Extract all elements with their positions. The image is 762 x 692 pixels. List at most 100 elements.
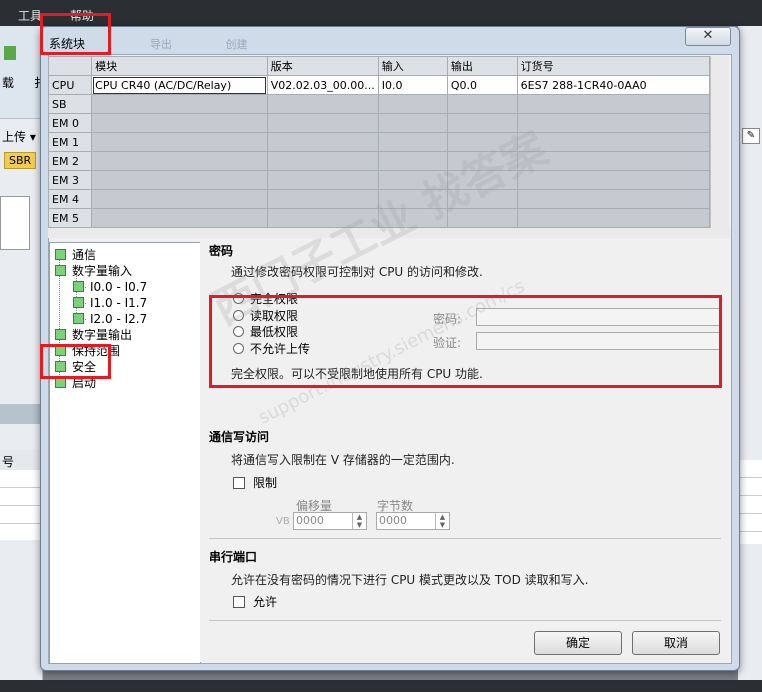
- ok-button[interactable]: 确定: [534, 631, 622, 655]
- tree-item-i0[interactable]: I0.0 - I0.7: [73, 279, 147, 295]
- tree-check-icon: [73, 313, 84, 324]
- table-row[interactable]: EM 0: [47, 113, 711, 133]
- app-editor-area: [0, 196, 30, 250]
- app-left-panel: [0, 26, 43, 692]
- config-tree: 通信 数字量输入 I0.0 - I0.7 I1.0 - I1.7 I2.0 - …: [49, 242, 201, 664]
- divider: [209, 620, 721, 621]
- module-slot-label: EM 4: [47, 189, 93, 209]
- tree-check-icon: [55, 265, 66, 276]
- module-cell[interactable]: CPU CR40 (AC/DC/Relay): [91, 75, 268, 95]
- module-cell[interactable]: [377, 94, 448, 114]
- download-icon: [4, 46, 16, 60]
- highlight-title: [40, 13, 111, 55]
- module-cell[interactable]: [446, 94, 518, 114]
- module-cell[interactable]: [377, 132, 448, 152]
- tree-check-icon: [55, 249, 66, 260]
- module-cell[interactable]: [91, 151, 268, 171]
- tree-check-icon: [73, 297, 84, 308]
- tree-item-label: 通信: [72, 248, 97, 262]
- spin-arrows-icon[interactable]: ▲ ▼: [352, 513, 366, 529]
- tree-item-comm[interactable]: 通信: [55, 247, 96, 263]
- toolbar-fragment-a[interactable]: 载: [2, 74, 14, 91]
- restrict-label: 限制: [253, 476, 278, 490]
- password-title: 密码: [209, 244, 234, 258]
- module-cell[interactable]: V02.02.03_00.00...: [266, 75, 379, 95]
- offset-spinbox[interactable]: 0000 ▲ ▼: [293, 512, 367, 530]
- tree-item-label: 数字量输入: [72, 264, 133, 278]
- module-table-header: 模块: [91, 56, 268, 76]
- module-cell[interactable]: [516, 208, 711, 228]
- tree-item-digital-output[interactable]: 数字量输出: [55, 327, 132, 343]
- tree-item-i2[interactable]: I2.0 - I2.7: [73, 311, 147, 327]
- sbr-tab[interactable]: SBR: [4, 152, 37, 169]
- module-cell[interactable]: [516, 189, 711, 209]
- edit-icon[interactable]: ✎: [742, 128, 760, 144]
- module-cell[interactable]: [516, 132, 711, 152]
- table-row[interactable]: EM 3: [47, 170, 711, 190]
- module-cell[interactable]: [91, 113, 268, 133]
- app-table-rows: [0, 470, 42, 540]
- table-row[interactable]: CPU CPU CR40 (AC/DC/Relay) V02.02.03_00.00…: [47, 75, 711, 95]
- module-slot-label: SB: [47, 94, 93, 114]
- upload-button[interactable]: 上传 ▾: [2, 128, 36, 145]
- close-button[interactable]: ✕: [685, 27, 731, 46]
- allow-label: 允许: [253, 595, 278, 609]
- checkbox-icon: [233, 595, 245, 608]
- tree-item-label: I2.0 - I2.7: [90, 312, 148, 326]
- module-cell[interactable]: [516, 94, 711, 114]
- module-table-header: 输入: [377, 56, 448, 76]
- module-cell[interactable]: [91, 189, 268, 209]
- restrict-checkbox[interactable]: 限制: [233, 474, 277, 491]
- highlight-security-item: [40, 344, 111, 379]
- module-cell[interactable]: [91, 208, 268, 228]
- app-menubar: [0, 0, 762, 26]
- module-table-header: 输出: [446, 56, 518, 76]
- module-slot-label: EM 5: [47, 208, 93, 228]
- cancel-button[interactable]: 取消: [632, 631, 720, 655]
- ghost-toolbar: 导出 创建: [150, 36, 248, 52]
- app-table-header-label: 号: [2, 455, 15, 469]
- module-cell[interactable]: I0.0: [377, 75, 448, 95]
- module-cell[interactable]: [266, 113, 379, 133]
- module-table-header: 版本: [266, 56, 379, 76]
- bytes-spinbox[interactable]: 0000 ▲ ▼: [376, 512, 450, 530]
- tree-item-label: 数字量输出: [72, 328, 133, 342]
- module-cell[interactable]: [266, 170, 379, 190]
- vb-prefix: VB: [276, 516, 290, 527]
- module-slot-label: EM 2: [47, 151, 93, 171]
- table-row[interactable]: SB: [47, 94, 711, 114]
- app-right-rows: [738, 460, 762, 544]
- tree-item-digital-input[interactable]: 数字量输入: [55, 263, 132, 279]
- module-cell[interactable]: 6ES7 288-1CR40-0AA0: [516, 75, 711, 95]
- module-cell[interactable]: [91, 132, 268, 152]
- module-slot-label: EM 1: [47, 132, 93, 152]
- table-scrollbar[interactable]: [710, 56, 729, 228]
- module-cell[interactable]: Q0.0: [446, 75, 518, 95]
- module-cell[interactable]: [91, 170, 268, 190]
- app-toolbar: 载 扌: [0, 26, 46, 119]
- module-cell[interactable]: [91, 94, 268, 114]
- serial-description: 允许在没有密码的情况下进行 CPU 模式更改以及 TOD 读取和写入.: [231, 573, 589, 587]
- tree-check-icon: [55, 329, 66, 340]
- table-row[interactable]: EM 2: [47, 151, 711, 171]
- spin-arrows-icon[interactable]: ▲ ▼: [435, 513, 449, 529]
- app-table-header: 号: [0, 450, 42, 471]
- module-table-header: 订货号: [516, 56, 711, 76]
- app-divider-bar: [0, 404, 42, 424]
- tree-item-i1[interactable]: I1.0 - I1.7: [73, 295, 147, 311]
- comm-write-description: 将通信写入限制在 V 存储器的一定范围内.: [231, 453, 455, 467]
- app-right-panel: [738, 26, 762, 692]
- divider: [209, 538, 721, 539]
- allow-checkbox[interactable]: 允许: [233, 593, 277, 610]
- tree-check-icon: [73, 281, 84, 292]
- module-cell[interactable]: [266, 94, 379, 114]
- module-cell[interactable]: [377, 113, 448, 133]
- module-cell[interactable]: [266, 132, 379, 152]
- module-cell[interactable]: [266, 151, 379, 171]
- ghost-export: 导出: [150, 38, 172, 51]
- highlight-password-options: [209, 295, 722, 388]
- table-row[interactable]: EM 1: [47, 132, 711, 152]
- module-slot-label: EM 0: [47, 113, 93, 133]
- menu-tools[interactable]: 工具: [18, 7, 42, 24]
- module-cell[interactable]: [516, 113, 711, 133]
